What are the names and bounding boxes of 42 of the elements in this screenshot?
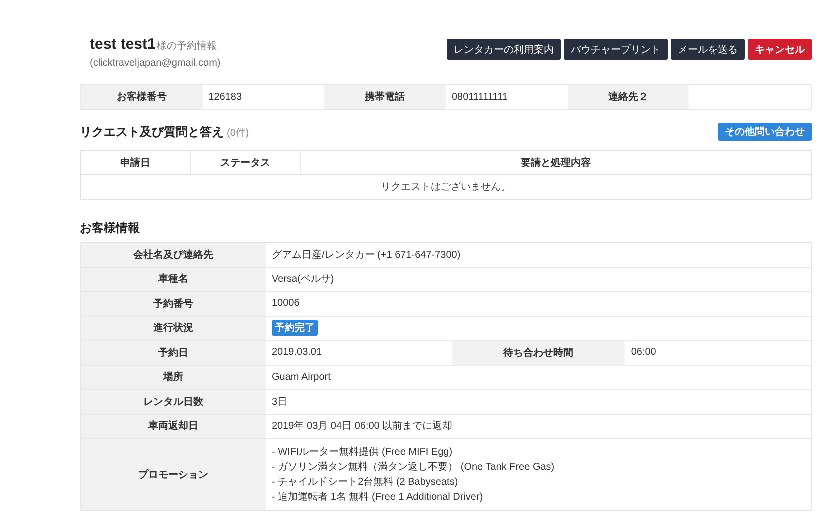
inquiry-button[interactable]: その他問い合わせ [718, 123, 812, 141]
promotion-item: - ガソリン満タン無料（満タン返し不要） (One Tank Free Gas) [272, 460, 555, 474]
table-header-cell: 車両返却日 [81, 414, 266, 438]
table-header-cell: レンタル日数 [81, 390, 266, 414]
table-header-cell: 連絡先２ [568, 85, 690, 109]
table-cell-text: グアム日産/レンタカー (+1 671-647-7300) [271, 248, 462, 263]
promotion-item: - チャイルドシート2台無料 (2 Babyseats) [272, 476, 458, 489]
table-header-cell: 車種名 [81, 268, 266, 291]
table-cell-text: Versa(ベルサ) [271, 273, 336, 288]
status-badge: 予約完了 [272, 320, 318, 336]
table-header-cell: お客様番号 [81, 85, 203, 109]
column-header: 申請日 [81, 151, 191, 174]
section-title: お客様情報 [80, 221, 140, 235]
table-header-cell: 場所 [81, 366, 266, 389]
table-header-cell: 会社名及び連絡先 [81, 243, 266, 266]
table-cell-text: Guam Airport [271, 370, 332, 385]
empty-message: リクエストはございません。 [380, 181, 512, 195]
table-header-cell: 携帯電話 [324, 85, 446, 109]
customer-email: (clicktraveljapan@gmail.com) [90, 58, 221, 69]
promotion-item: - WIFIルーター無料提供 (Free MIFI Egg) [272, 446, 453, 459]
action-button[interactable]: バウチャープリント [564, 39, 668, 60]
table-cell-text: 3日 [271, 396, 289, 410]
table-header-cell: 進行状況 [81, 316, 266, 340]
column-header: ステータス [191, 151, 301, 174]
action-button[interactable]: キャンセル [748, 39, 812, 60]
request-count: (0件) [227, 126, 250, 140]
column-header: 要請と処理内容 [520, 156, 592, 170]
table-cell-text: 06:00 [630, 346, 658, 360]
page-subtitle: 様の予約情報 [156, 40, 217, 53]
action-button[interactable]: レンタカーの利用案内 [447, 39, 561, 60]
table-header-cell: 予約日 [81, 341, 266, 364]
table-cell-text: 2019年 03月 04日 06:00 以前までに返却 [271, 420, 454, 434]
table-header-cell: プロモーション [81, 439, 266, 510]
table-header-cell: 待ち合わせ時間 [452, 341, 626, 364]
table-cell-text: 10006 [271, 297, 301, 312]
table-cell-text: 2019.03.01 [271, 346, 324, 360]
section-title: リクエスト及び質問と答え [80, 124, 224, 140]
table-cell: 126183 [202, 85, 324, 109]
action-button[interactable]: メールを送る [671, 39, 745, 60]
customer-name: test test1 [90, 36, 156, 53]
table-header-cell: 予約番号 [81, 292, 266, 316]
promotion-item: - 追加運転者 1名 無料 (Free 1 Additional Driver) [272, 490, 484, 504]
